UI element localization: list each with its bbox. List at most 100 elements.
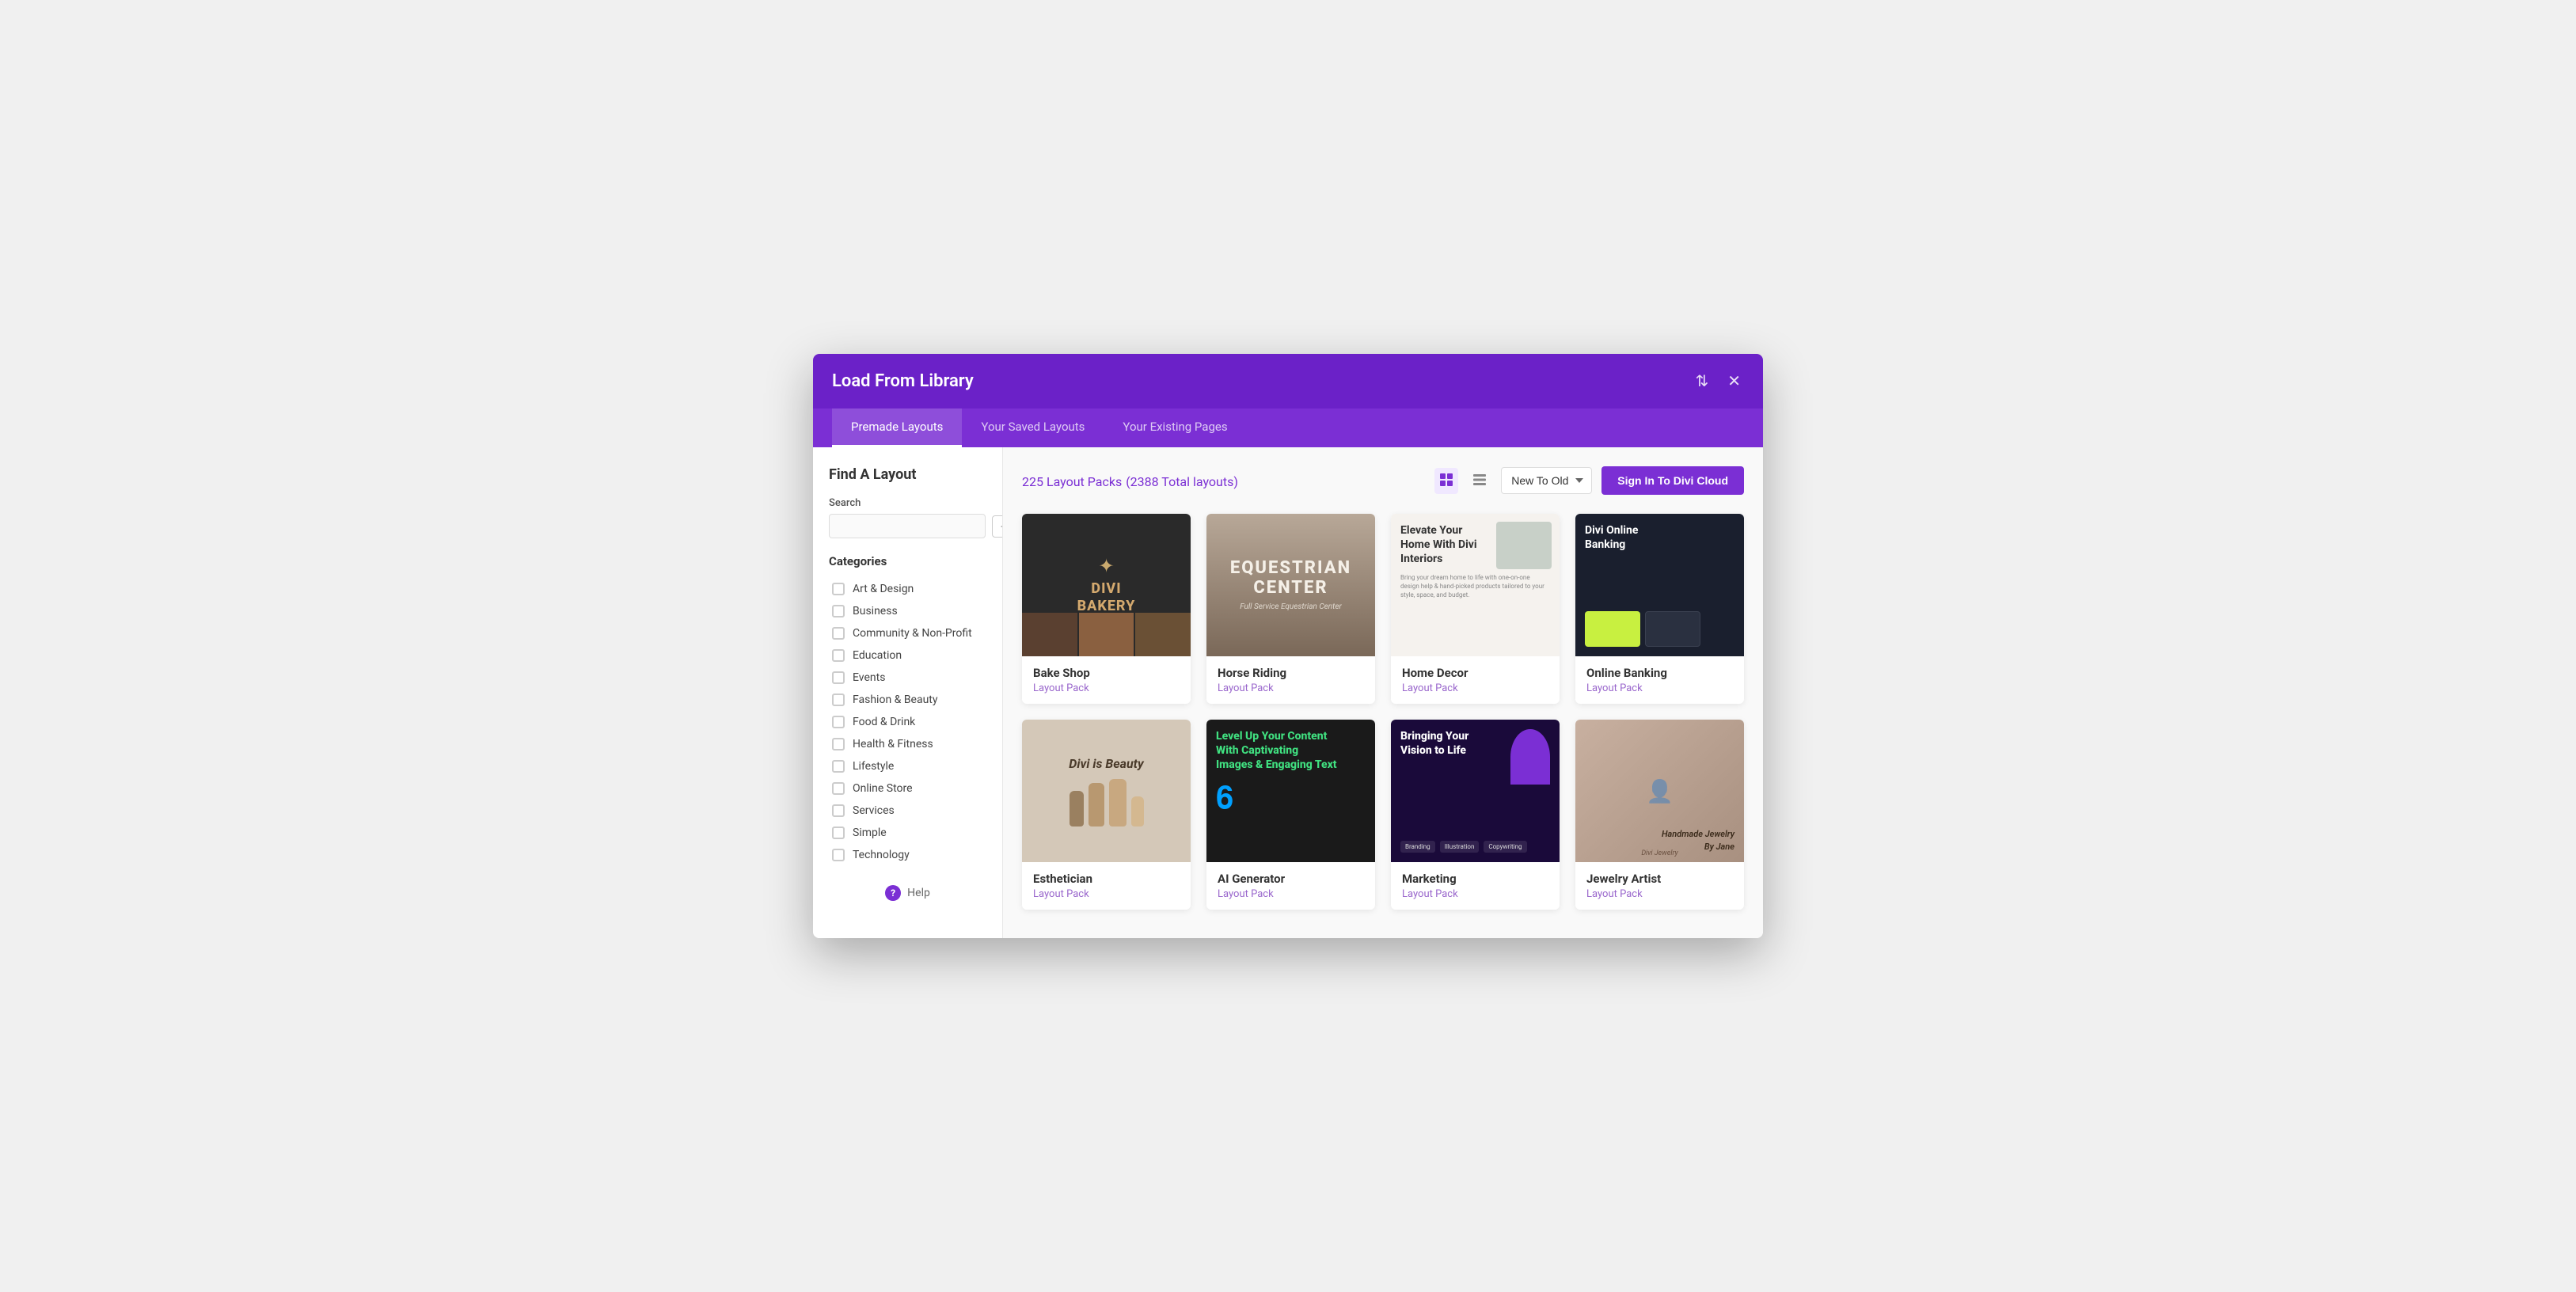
category-item-online-store[interactable]: Online Store	[829, 777, 986, 800]
header-controls: New To OldOld To NewA to ZZ to A Sign In…	[1434, 466, 1744, 495]
layout-card-ai-generator[interactable]: Level Up Your ContentWith CaptivatingIma…	[1206, 720, 1375, 910]
bake-shop-preview: ✦ DIVIBAKERY	[1022, 514, 1191, 656]
category-checkbox-community[interactable]	[832, 627, 845, 640]
category-checkbox-fashion[interactable]	[832, 694, 845, 706]
horse-preview: EQUESTRIANCENTER Full Service Equestrian…	[1206, 514, 1375, 656]
category-label-community: Community & Non-Profit	[853, 627, 972, 640]
layout-card-esthetician[interactable]: Divi is Beauty Esthetician Layout Pack	[1022, 720, 1191, 910]
layout-card-home-decor[interactable]: Elevate YourHome With DiviInteriors Brin…	[1391, 514, 1560, 704]
card-name: AI Generator	[1218, 872, 1364, 886]
category-checkbox-food[interactable]	[832, 716, 845, 728]
tab-saved-layouts[interactable]: Your Saved Layouts	[962, 408, 1104, 447]
content-header: 225 Layout Packs (2388 Total layouts)	[1022, 466, 1744, 495]
category-item-fashion[interactable]: Fashion & Beauty	[829, 689, 986, 711]
sign-in-button[interactable]: Sign In To Divi Cloud	[1601, 466, 1744, 495]
card-name: Jewelry Artist	[1586, 872, 1733, 886]
category-label-simple: Simple	[853, 826, 887, 839]
card-name: Online Banking	[1586, 666, 1733, 680]
layout-count: 225 Layout Packs (2388 Total layouts)	[1022, 471, 1238, 490]
card-image-horse-riding: EQUESTRIANCENTER Full Service Equestrian…	[1206, 514, 1375, 656]
card-type: Layout Pack	[1033, 682, 1180, 694]
category-label-art-design: Art & Design	[853, 583, 914, 595]
card-name: Horse Riding	[1218, 666, 1364, 680]
card-image-online-banking: Divi OnlineBanking	[1575, 514, 1744, 656]
category-item-education[interactable]: Education	[829, 644, 986, 667]
layout-card-bake-shop[interactable]: ✦ DIVIBAKERY Bake Shop Layout Pack	[1022, 514, 1191, 704]
category-checkbox-art-design[interactable]	[832, 583, 845, 595]
card-type: Layout Pack	[1586, 682, 1733, 694]
category-item-lifestyle[interactable]: Lifestyle	[829, 755, 986, 777]
category-checkbox-health[interactable]	[832, 738, 845, 750]
tab-existing-pages[interactable]: Your Existing Pages	[1104, 408, 1246, 447]
sidebar-title: Find A Layout	[829, 466, 986, 483]
grid-icon	[1439, 473, 1453, 487]
card-type: Layout Pack	[1402, 682, 1548, 694]
category-item-food[interactable]: Food & Drink	[829, 711, 986, 733]
close-button[interactable]: ✕	[1724, 368, 1744, 394]
card-info: Online Banking Layout Pack	[1575, 656, 1744, 704]
search-input[interactable]	[829, 514, 986, 538]
category-checkbox-technology[interactable]	[832, 849, 845, 861]
card-type: Layout Pack	[1033, 888, 1180, 900]
card-image-home-decor: Elevate YourHome With DiviInteriors Brin…	[1391, 514, 1560, 656]
banking-preview: Divi OnlineBanking	[1575, 514, 1744, 656]
category-label-food: Food & Drink	[853, 716, 915, 728]
sidebar: Find A Layout Search + Filter Categories…	[813, 447, 1003, 938]
category-checkbox-services[interactable]	[832, 804, 845, 817]
card-info: Home Decor Layout Pack	[1391, 656, 1560, 704]
category-checkbox-lifestyle[interactable]	[832, 760, 845, 773]
tabs-bar: Premade Layouts Your Saved Layouts Your …	[813, 408, 1763, 447]
category-checkbox-education[interactable]	[832, 649, 845, 662]
help-icon: ?	[885, 885, 901, 901]
card-info: AI Generator Layout Pack	[1206, 862, 1375, 910]
category-label-education: Education	[853, 649, 902, 662]
card-image-ai-generator: Level Up Your ContentWith CaptivatingIma…	[1206, 720, 1375, 862]
grid-view-button[interactable]	[1434, 468, 1458, 494]
category-item-simple[interactable]: Simple	[829, 822, 986, 844]
ai-preview: Level Up Your ContentWith CaptivatingIma…	[1206, 720, 1375, 862]
category-item-events[interactable]: Events	[829, 667, 986, 689]
category-checkbox-events[interactable]	[832, 671, 845, 684]
category-item-community[interactable]: Community & Non-Profit	[829, 622, 986, 644]
tab-premade-layouts[interactable]: Premade Layouts	[832, 408, 962, 447]
layout-card-jewelry-artist[interactable]: 👤 Handmade JewelryBy Jane Divi Jewelry J…	[1575, 720, 1744, 910]
category-checkbox-online-store[interactable]	[832, 782, 845, 795]
home-decor-preview: Elevate YourHome With DiviInteriors Brin…	[1391, 514, 1560, 656]
layout-card-online-banking[interactable]: Divi OnlineBanking Online Banking Layout…	[1575, 514, 1744, 704]
card-name: Marketing	[1402, 872, 1548, 886]
modal-body: Find A Layout Search + Filter Categories…	[813, 447, 1763, 938]
category-label-services: Services	[853, 804, 895, 817]
category-item-art-design[interactable]: Art & Design	[829, 578, 986, 600]
card-info: Esthetician Layout Pack	[1022, 862, 1191, 910]
sort-select[interactable]: New To OldOld To NewA to ZZ to A	[1501, 467, 1592, 494]
list-view-button[interactable]	[1468, 468, 1491, 494]
card-name: Bake Shop	[1033, 666, 1180, 680]
filter-button[interactable]: + Filter	[992, 515, 1003, 538]
categories-title: Categories	[829, 554, 986, 568]
category-label-technology: Technology	[853, 849, 910, 861]
card-type: Layout Pack	[1586, 888, 1733, 900]
category-checkbox-business[interactable]	[832, 605, 845, 618]
modal-header: Load From Library ⇅ ✕	[813, 354, 1763, 408]
category-item-health[interactable]: Health & Fitness	[829, 733, 986, 755]
category-item-services[interactable]: Services	[829, 800, 986, 822]
category-label-online-store: Online Store	[853, 782, 913, 795]
layout-card-marketing[interactable]: Bringing YourVision to Life Branding Ill…	[1391, 720, 1560, 910]
marketing-preview: Bringing YourVision to Life Branding Ill…	[1391, 720, 1560, 862]
category-item-business[interactable]: Business	[829, 600, 986, 622]
category-checkbox-simple[interactable]	[832, 826, 845, 839]
card-image-bake-shop: ✦ DIVIBAKERY	[1022, 514, 1191, 656]
card-info: Bake Shop Layout Pack	[1022, 656, 1191, 704]
card-image-jewelry-artist: 👤 Handmade JewelryBy Jane Divi Jewelry	[1575, 720, 1744, 862]
category-label-fashion: Fashion & Beauty	[853, 694, 938, 706]
list-icon	[1472, 473, 1487, 487]
jewelry-preview: 👤 Handmade JewelryBy Jane Divi Jewelry	[1575, 720, 1744, 862]
category-item-technology[interactable]: Technology	[829, 844, 986, 866]
esthetician-preview: Divi is Beauty	[1022, 720, 1191, 862]
load-from-library-modal: Load From Library ⇅ ✕ Premade Layouts Yo…	[813, 354, 1763, 938]
search-label: Search	[829, 497, 986, 509]
sort-icon-button[interactable]: ⇅	[1692, 368, 1712, 394]
layout-card-horse-riding[interactable]: EQUESTRIANCENTER Full Service Equestrian…	[1206, 514, 1375, 704]
help-row: ? Help	[829, 885, 986, 901]
header-actions: ⇅ ✕	[1692, 368, 1744, 394]
